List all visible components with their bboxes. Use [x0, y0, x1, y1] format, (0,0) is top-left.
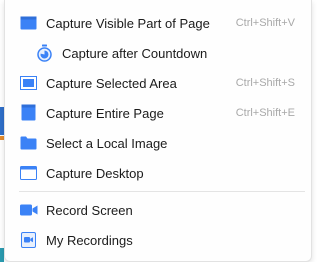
menu-item-label: Capture Desktop — [46, 165, 144, 181]
menu-item-label: My Recordings — [46, 232, 133, 248]
timer-icon — [37, 44, 52, 62]
menu-divider — [19, 191, 305, 192]
menu-item-record-screen[interactable]: Record Screen — [5, 197, 311, 223]
selected-area-icon — [20, 76, 37, 90]
menu-item-capture-selected-area[interactable]: Capture Selected Area Ctrl+Shift+S — [5, 70, 311, 96]
menu-item-capture-countdown[interactable]: Capture after Countdown — [5, 40, 311, 66]
menu-item-label: Capture Visible Part of Page — [46, 15, 210, 31]
capture-menu: Capture Visible Part of Page Ctrl+Shift+… — [4, 0, 312, 262]
menu-item-shortcut: Ctrl+Shift+V — [235, 17, 295, 29]
menu-item-label: Select a Local Image — [46, 135, 168, 151]
visible-page-icon — [20, 16, 37, 30]
menu-item-label: Capture Entire Page — [46, 105, 164, 121]
menu-item-label: Capture Selected Area — [46, 75, 177, 91]
video-camera-icon — [20, 204, 38, 216]
menu-item-label: Record Screen — [46, 202, 133, 218]
menu-item-shortcut: Ctrl+Shift+S — [235, 77, 295, 89]
menu-item-capture-desktop[interactable]: Capture Desktop — [5, 160, 311, 186]
menu-item-capture-entire-page[interactable]: Capture Entire Page Ctrl+Shift+E — [5, 100, 311, 126]
recordings-icon — [21, 232, 36, 248]
menu-item-my-recordings[interactable]: My Recordings — [5, 227, 311, 253]
menu-item-label: Capture after Countdown — [62, 45, 208, 61]
entire-page-icon — [21, 104, 36, 121]
menu-item-select-local-image[interactable]: Select a Local Image — [5, 130, 311, 156]
desktop-icon — [20, 166, 37, 180]
menu-item-capture-visible[interactable]: Capture Visible Part of Page Ctrl+Shift+… — [5, 10, 311, 36]
folder-icon — [20, 136, 37, 150]
menu-item-shortcut: Ctrl+Shift+E — [235, 107, 295, 119]
